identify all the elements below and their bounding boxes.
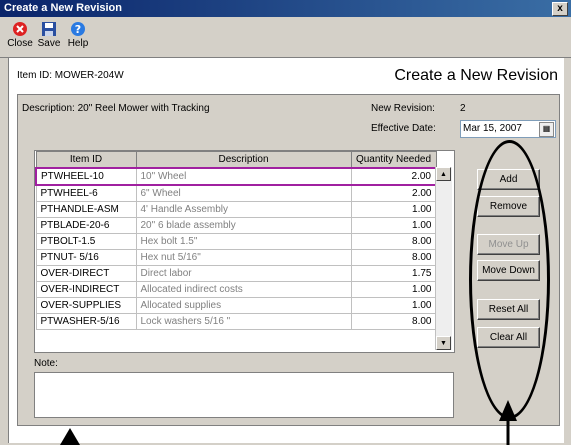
page-title: Create a New Revision [394,67,558,84]
col-quantity[interactable]: Quantity Needed [350,151,437,169]
cell-description[interactable]: 10" Wheel [135,167,352,186]
close-button[interactable]: Close [4,21,36,49]
col-item-id[interactable]: Item ID [35,151,137,169]
move-up-button[interactable]: Move Up [477,234,540,255]
help-button[interactable]: ? Help [62,21,94,49]
cell-item-id[interactable]: PTBLADE-20-6 [35,217,137,234]
cell-description[interactable]: 6" Wheel [135,184,352,202]
cell-item-id[interactable]: OVER-DIRECT [35,265,137,282]
description-text: Description: 20" Reel Mower with Trackin… [22,103,210,114]
cell-item-id[interactable]: OVER-INDIRECT [35,281,137,298]
cell-item-id[interactable]: PTHANDLE-ASM [35,201,137,218]
window: Create a New Revision x Close Save ? Hel… [0,0,571,445]
cell-quantity[interactable]: 2.00 [350,184,437,202]
cell-quantity[interactable]: 1.00 [350,217,437,234]
table-row[interactable]: PTWHEEL-6 6" Wheel 2.00 [35,184,437,202]
cell-quantity[interactable]: 1.75 [350,265,437,282]
reset-all-button[interactable]: Reset All [477,299,540,320]
items-table: Item ID Description Quantity Needed PTWH… [35,151,437,330]
toolbar: Close Save ? Help [0,17,571,58]
cell-description[interactable]: Lock washers 5/16 " [135,313,352,330]
close-window-button[interactable]: x [552,2,568,16]
table-row[interactable]: PTBLADE-20-6 20" 6 blade assembly 1.00 [35,217,437,234]
cell-quantity[interactable]: 8.00 [350,313,437,330]
cell-item-id[interactable]: PTWHEEL-6 [35,184,137,202]
col-description[interactable]: Description [135,151,352,169]
table-row[interactable]: PTWHEEL-10 10" Wheel 2.00 [35,167,437,186]
cell-description[interactable]: Allocated supplies [135,297,352,314]
effective-date-label: Effective Date: [371,123,436,134]
table-row[interactable]: PTHANDLE-ASM 4' Handle Assembly 1.00 [35,201,437,218]
table-row[interactable]: PTWASHER-5/16 Lock washers 5/16 " 8.00 [35,313,437,330]
cell-item-id[interactable]: PTWASHER-5/16 [35,313,137,330]
new-revision-label: New Revision: [371,103,435,114]
grid-scrollbar[interactable]: ▲ ▼ [435,167,452,350]
table-row[interactable]: PTBOLT-1.5 Hex bolt 1.5" 8.00 [35,233,437,250]
items-grid: Item ID Description Quantity Needed PTWH… [34,150,455,353]
save-button[interactable]: Save [33,21,65,49]
cell-description[interactable]: Hex nut 5/16" [135,249,352,266]
cell-description[interactable]: Direct labor [135,265,352,282]
close-icon [13,22,27,36]
note-field[interactable] [34,372,454,418]
effective-date-value: Mar 15, 2007 [463,123,522,134]
scroll-up-icon[interactable]: ▲ [436,167,451,181]
table-row[interactable]: OVER-DIRECT Direct labor 1.75 [35,265,437,282]
table-row[interactable]: OVER-INDIRECT Allocated indirect costs 1.0… [35,281,437,298]
cell-item-id[interactable]: PTBOLT-1.5 [35,233,137,250]
cell-quantity[interactable]: 2.00 [350,167,437,186]
new-revision-value: 2 [460,103,466,114]
svg-text:?: ? [75,23,81,36]
title-bar: Create a New Revision x [0,0,571,17]
scroll-down-icon[interactable]: ▼ [436,336,451,350]
cell-item-id[interactable]: PTWHEEL-10 [35,167,137,186]
cell-description[interactable]: Allocated indirect costs [135,281,352,298]
cell-quantity[interactable]: 8.00 [350,233,437,250]
move-down-button[interactable]: Move Down [477,260,540,281]
cell-description[interactable]: 4' Handle Assembly [135,201,352,218]
save-label: Save [37,38,61,49]
note-label: Note: [34,358,58,369]
save-icon [42,22,56,36]
table-row[interactable]: PTNUT- 5/16 Hex nut 5/16" 8.00 [35,249,437,266]
cell-quantity[interactable]: 1.00 [350,297,437,314]
cell-quantity[interactable]: 1.00 [350,281,437,298]
cell-description[interactable]: 20" 6 blade assembly [135,217,352,234]
add-button[interactable]: Add [477,169,540,190]
help-icon: ? [71,22,85,36]
effective-date-field[interactable]: Mar 15, 2007 ▦ [460,120,556,138]
cell-item-id[interactable]: PTNUT- 5/16 [35,249,137,266]
remove-button[interactable]: Remove [477,196,540,217]
cell-description[interactable]: Hex bolt 1.5" [135,233,352,250]
item-id: Item ID: MOWER-204W [17,70,124,81]
clear-all-button[interactable]: Clear All [477,327,540,348]
table-row[interactable]: OVER-SUPPLIES Allocated supplies 1.00 [35,297,437,314]
calendar-icon[interactable]: ▦ [539,122,554,137]
cell-quantity[interactable]: 1.00 [350,201,437,218]
cell-quantity[interactable]: 8.00 [350,249,437,266]
cell-item-id[interactable]: OVER-SUPPLIES [35,297,137,314]
help-label: Help [67,38,89,49]
window-title: Create a New Revision [4,2,122,14]
close-label: Close [7,38,33,49]
